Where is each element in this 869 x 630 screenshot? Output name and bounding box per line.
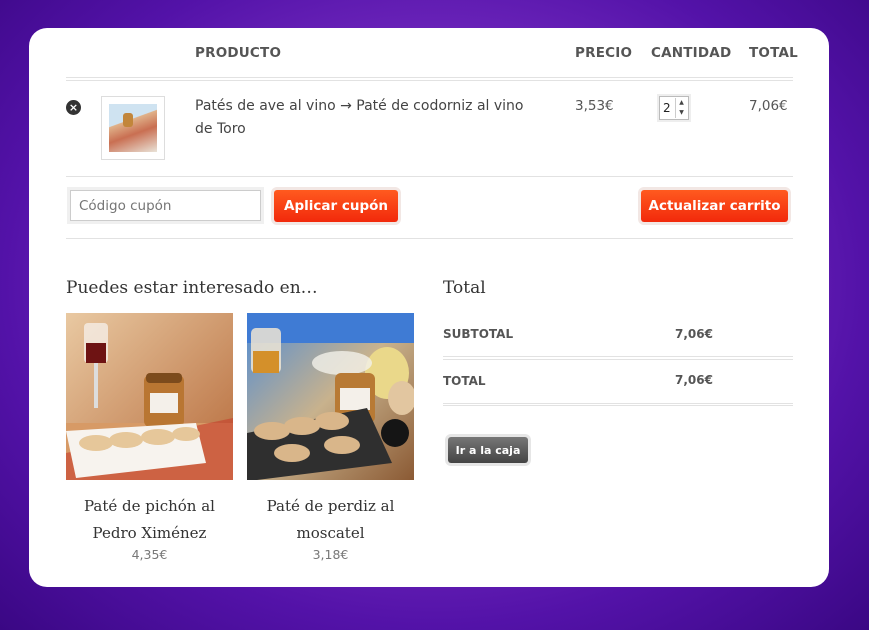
- quantity-stepper[interactable]: 2 ▲ ▼: [659, 96, 689, 120]
- product-image-pichon[interactable]: [66, 313, 233, 480]
- spinner-arrows-icon[interactable]: ▲ ▼: [675, 98, 687, 118]
- divider: [443, 356, 793, 357]
- apply-coupon-button[interactable]: Aplicar cupón: [274, 190, 398, 222]
- divider: [66, 80, 793, 81]
- subtotal-value: 7,06€: [675, 327, 713, 341]
- quantity-value[interactable]: 2: [663, 101, 671, 115]
- product-thumbnail[interactable]: [101, 96, 165, 160]
- coupon-input[interactable]: [70, 190, 261, 221]
- pate-photo-icon: [247, 313, 414, 480]
- recommended-product-name[interactable]: Paté de pichón al Pedro Ximénez: [66, 493, 233, 547]
- total-label: TOTAL: [443, 374, 486, 388]
- recommended-product-name[interactable]: Paté de perdiz al moscatel: [247, 493, 414, 547]
- divider: [66, 176, 793, 177]
- product-image: [109, 104, 157, 152]
- divider: [66, 77, 793, 78]
- product-image-perdiz[interactable]: [247, 313, 414, 480]
- product-price: 3,53€: [575, 98, 614, 114]
- header-quantity: CANTIDAD: [651, 45, 732, 61]
- subtotal-label: SUBTOTAL: [443, 327, 514, 341]
- divider: [443, 359, 793, 360]
- total-value: 7,06€: [675, 373, 713, 387]
- update-cart-button[interactable]: Actualizar carrito: [641, 190, 788, 222]
- cart-card: PRODUCTO PRECIO CANTIDAD TOTAL × Patés d…: [29, 28, 829, 587]
- checkout-button[interactable]: Ir a la caja: [448, 437, 528, 463]
- header-product: PRODUCTO: [195, 45, 282, 61]
- product-total: 7,06€: [749, 98, 788, 114]
- cross-sells-title: Puedes estar interesado en…: [66, 278, 318, 298]
- close-icon[interactable]: ×: [66, 100, 81, 115]
- divider: [66, 238, 793, 239]
- divider: [443, 405, 793, 406]
- product-name-link[interactable]: Patés de ave al vino → Paté de codorniz …: [195, 95, 545, 141]
- header-total: TOTAL: [749, 45, 798, 61]
- header-price: PRECIO: [575, 45, 633, 61]
- divider: [443, 403, 793, 404]
- recommended-product-price: 4,35€: [131, 547, 168, 562]
- recommended-product-price: 3,18€: [312, 547, 349, 562]
- pate-photo-icon: [66, 313, 233, 480]
- totals-title: Total: [443, 278, 486, 298]
